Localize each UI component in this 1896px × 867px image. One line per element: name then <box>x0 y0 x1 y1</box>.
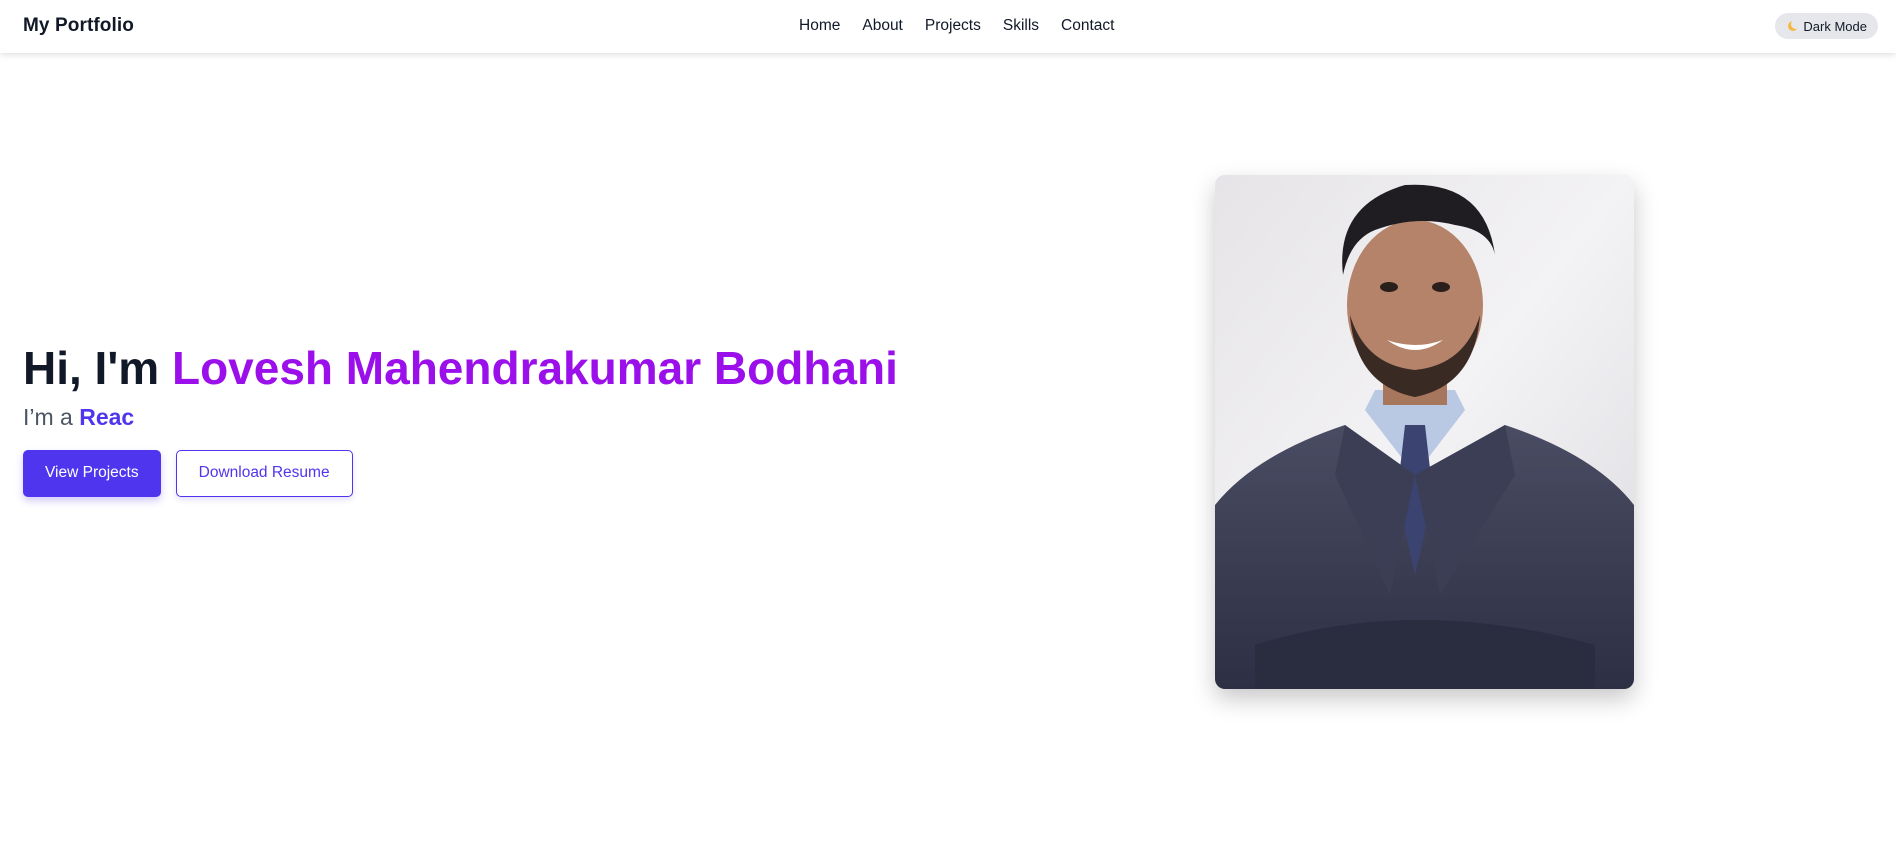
hero-name: Lovesh Mahendrakumar Bodhani <box>171 342 898 394</box>
nav-link-home[interactable]: Home <box>799 17 840 35</box>
hero-buttons: View Projects Download Resume <box>23 449 898 497</box>
profile-photo-illustration <box>1215 175 1634 689</box>
hero-subtitle: I’m a Reac <box>23 404 898 431</box>
nav-link-contact[interactable]: Contact <box>1061 17 1114 35</box>
moon-icon <box>1787 19 1802 32</box>
dark-mode-toggle[interactable]: Dark Mode <box>1775 13 1878 39</box>
hero-greeting: Hi, I'm <box>23 342 172 394</box>
dark-mode-label: Dark Mode <box>1803 18 1867 34</box>
nav-link-about[interactable]: About <box>862 17 903 35</box>
brand-logo[interactable]: My Portfolio <box>23 15 134 37</box>
download-resume-button[interactable]: Download Resume <box>175 449 353 497</box>
nav-link-projects[interactable]: Projects <box>925 17 981 35</box>
view-projects-button[interactable]: View Projects <box>23 449 161 497</box>
hero-title: Hi, I'm Lovesh Mahendrakumar Bodhani <box>23 343 898 394</box>
top-navbar: My Portfolio Home About Projects Skills … <box>0 0 1896 53</box>
profile-photo <box>1215 175 1634 689</box>
hero-section: Hi, I'm Lovesh Mahendrakumar Bodhani I’m… <box>23 343 898 497</box>
role-prefix: I’m a <box>23 403 80 430</box>
typed-role: Reac <box>79 403 135 430</box>
nav-link-skills[interactable]: Skills <box>1003 17 1039 35</box>
nav-links: Home About Projects Skills Contact <box>799 17 1114 35</box>
